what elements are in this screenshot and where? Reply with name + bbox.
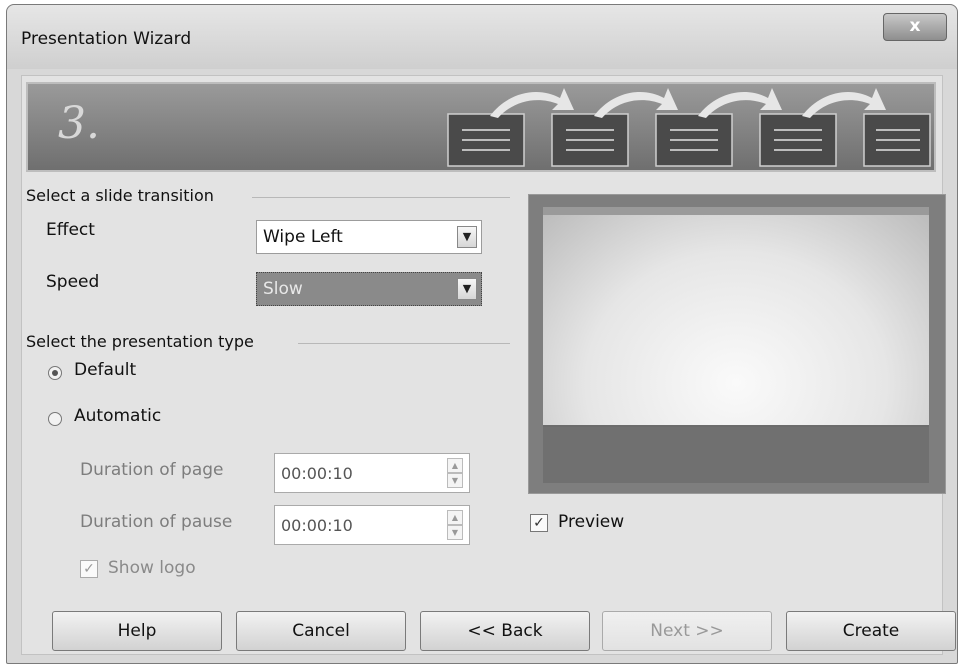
duration-page-label: Duration of page <box>80 460 224 480</box>
duration-page-value: 00:00:10 <box>281 464 353 483</box>
effect-dropdown[interactable]: Wipe Left ▼ <box>256 220 482 254</box>
close-button[interactable]: x <box>883 13 947 41</box>
show-logo-checkbox[interactable]: ✓ <box>80 560 98 578</box>
automatic-radio-label[interactable]: Automatic <box>74 406 161 426</box>
chevron-down-icon[interactable]: ▼ <box>457 278 477 300</box>
dialog-body: 3. Select a slide transition Effect Wipe… <box>21 75 956 655</box>
next-button[interactable]: Next >> <box>602 611 772 651</box>
wizard-window: Presentation Wizard x 3. Select a slide … <box>6 4 958 664</box>
create-button[interactable]: Create <box>786 611 956 651</box>
duration-pause-label: Duration of pause <box>80 512 233 532</box>
spin-up-icon[interactable]: ▲ <box>447 458 463 473</box>
wizard-steps-graphic <box>447 88 931 167</box>
type-group-divider <box>298 343 510 344</box>
cancel-button[interactable]: Cancel <box>236 611 406 651</box>
preview-bottom-bar <box>543 427 929 483</box>
window-title: Presentation Wizard <box>21 29 192 49</box>
duration-pause-spinner[interactable]: 00:00:10 ▲ ▼ <box>274 505 470 545</box>
effect-value: Wipe Left <box>263 227 343 247</box>
chevron-down-icon[interactable]: ▼ <box>457 226 477 248</box>
default-radio-label[interactable]: Default <box>74 360 136 380</box>
automatic-radio[interactable] <box>48 412 62 426</box>
effect-label: Effect <box>46 220 95 240</box>
speed-label: Speed <box>46 272 100 292</box>
back-button[interactable]: << Back <box>420 611 590 651</box>
speed-value: Slow <box>263 279 303 299</box>
spin-up-icon[interactable]: ▲ <box>447 510 463 525</box>
preview-slide-body <box>543 215 929 425</box>
help-button[interactable]: Help <box>52 611 222 651</box>
preview-checkbox[interactable]: ✓ <box>530 514 548 532</box>
step-banner: 3. <box>26 82 936 172</box>
preview-slide <box>543 207 929 483</box>
title-bar: Presentation Wizard x <box>7 5 957 69</box>
duration-page-spinner[interactable]: 00:00:10 ▲ ▼ <box>274 453 470 493</box>
preview-top-strip <box>543 207 929 215</box>
show-logo-label[interactable]: Show logo <box>108 558 196 578</box>
default-radio[interactable] <box>48 366 62 380</box>
slide-preview <box>528 194 946 494</box>
speed-dropdown[interactable]: Slow ▼ <box>256 272 482 306</box>
spin-down-icon[interactable]: ▼ <box>447 473 463 488</box>
preview-label[interactable]: Preview <box>558 512 624 532</box>
spin-down-icon[interactable]: ▼ <box>447 525 463 540</box>
duration-pause-value: 00:00:10 <box>281 516 353 535</box>
transition-group-label: Select a slide transition <box>26 186 220 205</box>
transition-group-divider <box>252 197 510 198</box>
type-group-label: Select the presentation type <box>26 332 260 351</box>
